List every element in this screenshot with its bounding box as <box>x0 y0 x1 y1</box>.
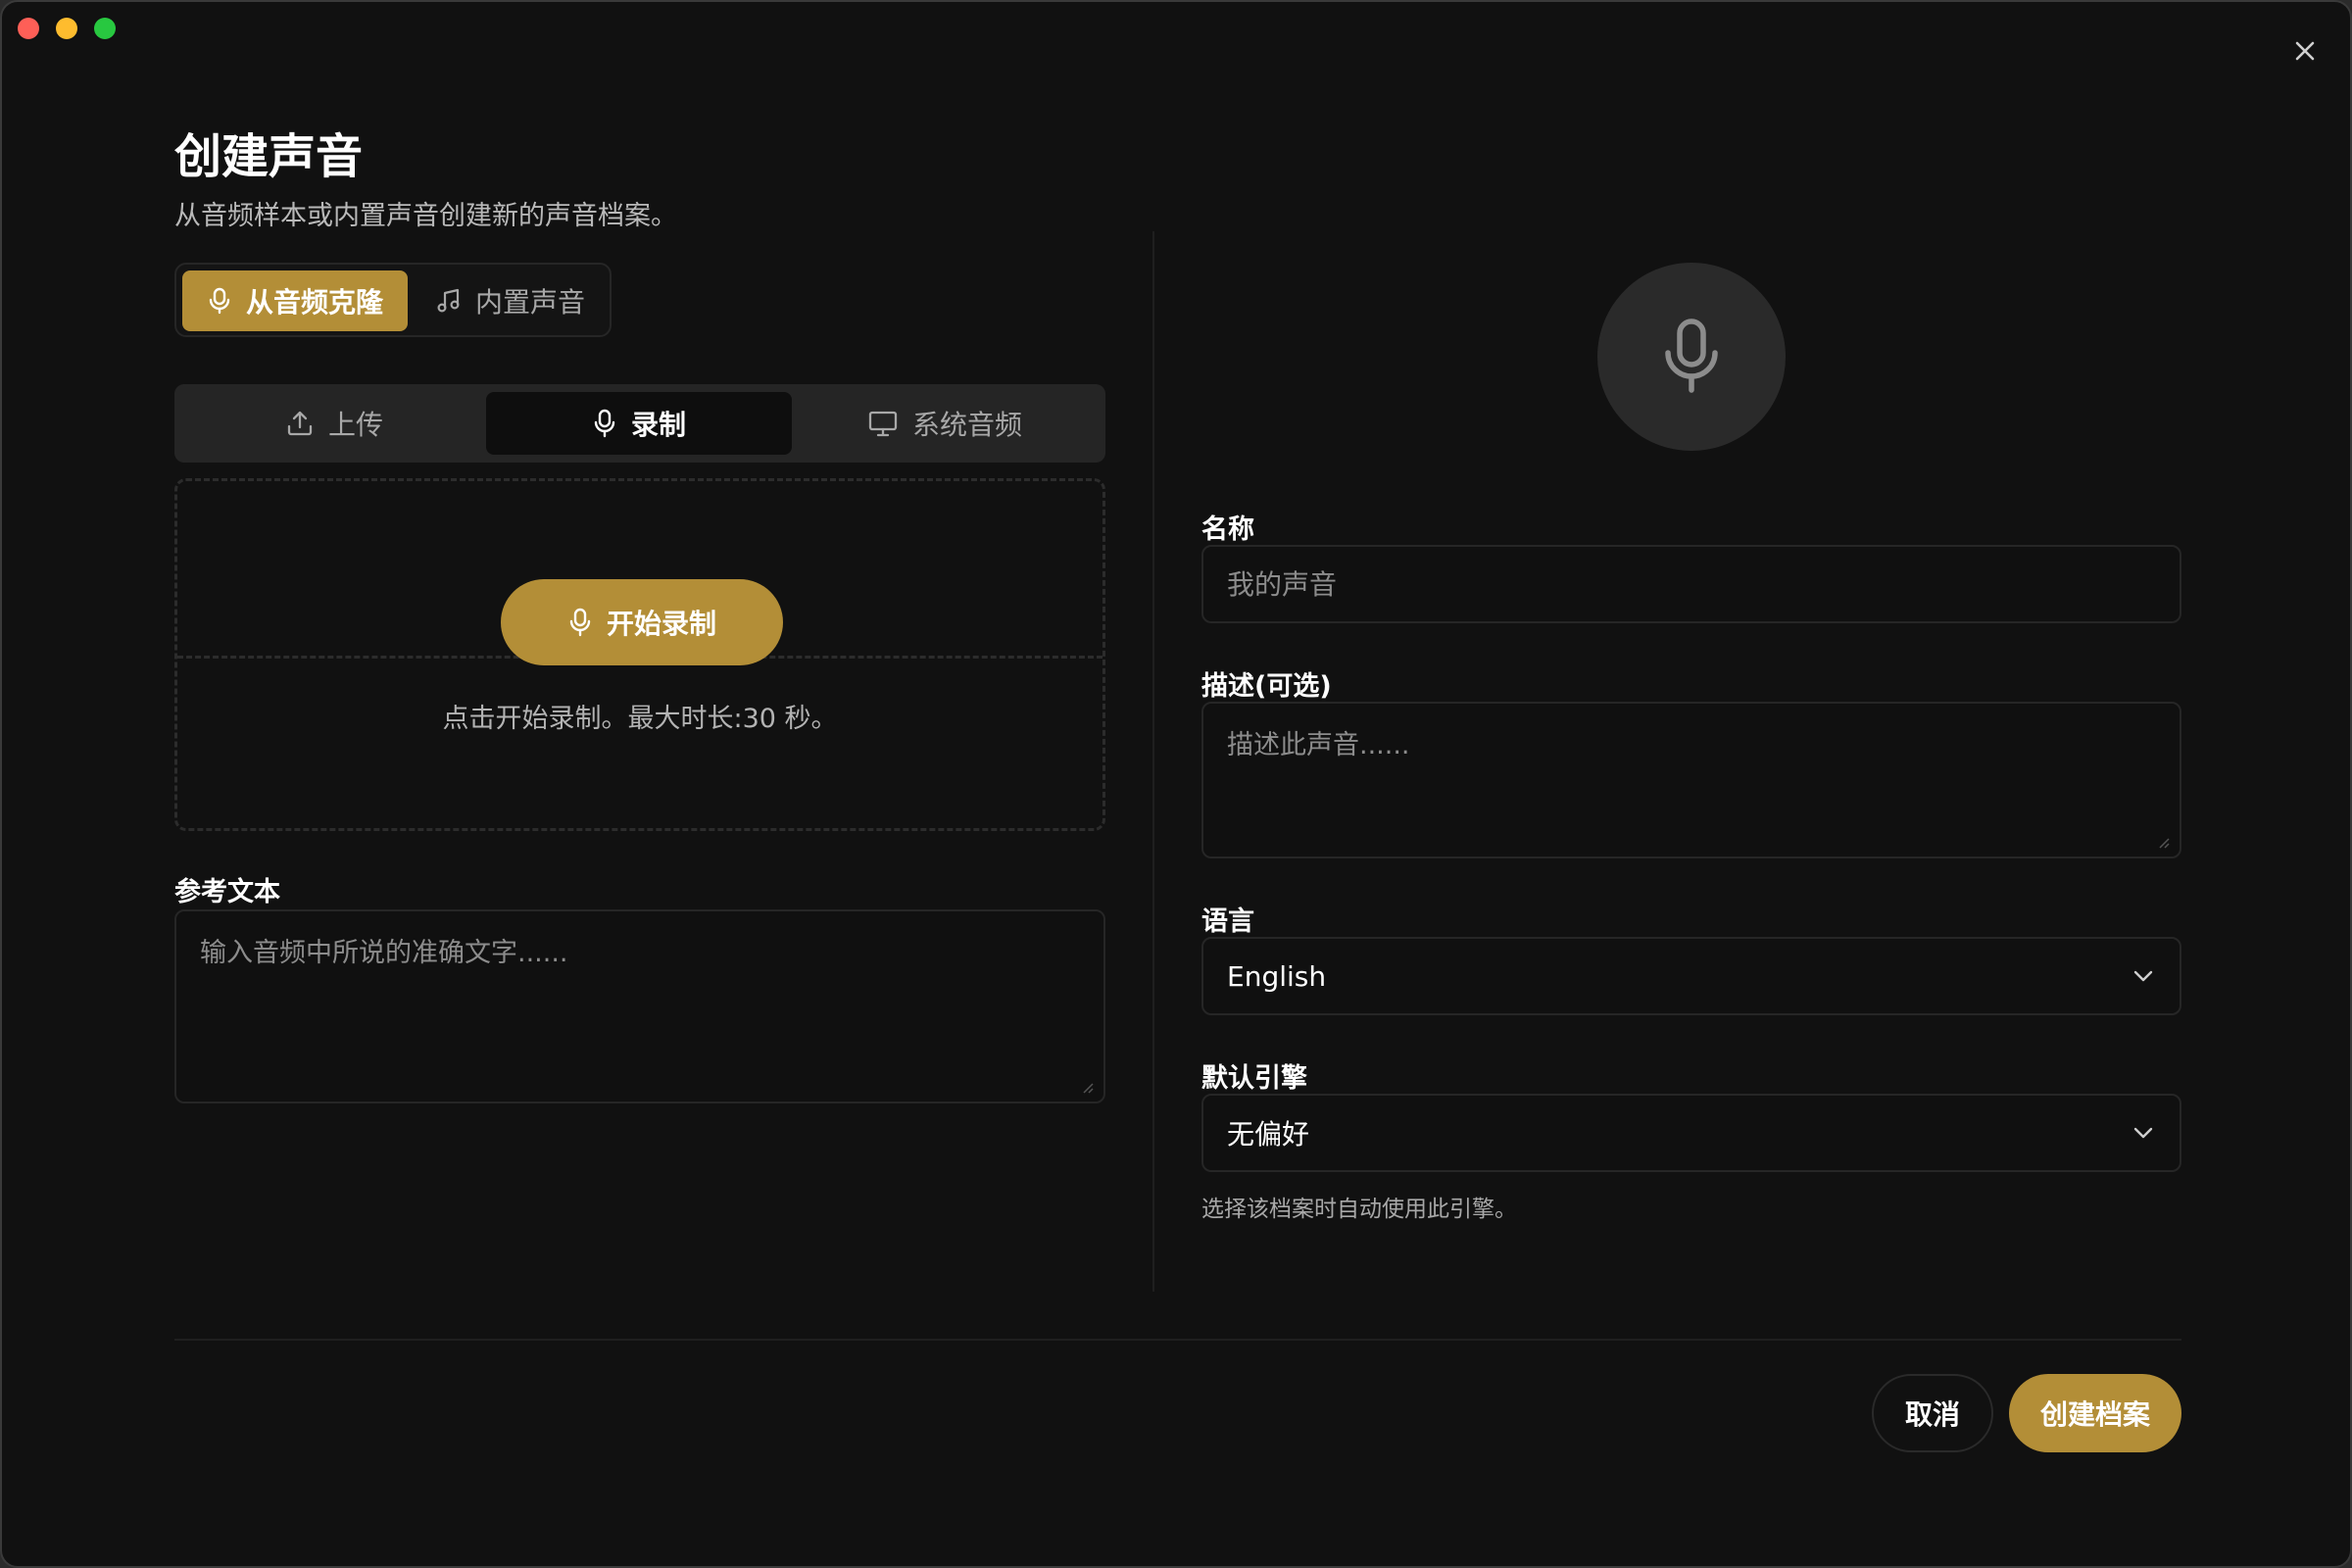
language-select[interactable]: English <box>1201 937 2181 1015</box>
footer-divider <box>174 1339 2181 1341</box>
mode-toggle: 从音频克隆 内置声音 <box>174 263 612 337</box>
audio-source-tabs: 上传 录制 系统音频 <box>174 384 1105 463</box>
window-zoom-button[interactable] <box>94 18 116 39</box>
mic-icon <box>567 608 593 637</box>
engine-helper-text: 选择该档案时自动使用此引擎。 <box>1201 1197 1517 1222</box>
tab-upload[interactable]: 上传 <box>182 392 486 455</box>
column-divider <box>1152 231 1154 1292</box>
record-hint: 点击开始录制。最大时长:30 秒。 <box>442 704 838 734</box>
chevron-down-icon <box>2132 1123 2154 1143</box>
mic-icon <box>592 409 617 438</box>
engine-select[interactable]: 无偏好 <box>1201 1094 2181 1172</box>
start-recording-button[interactable]: 开始录制 <box>501 579 783 665</box>
dialog-subtitle: 从音频样本或内置声音创建新的声音档案。 <box>174 201 677 231</box>
window-minimize-button[interactable] <box>56 18 77 39</box>
description-input[interactable] <box>1201 702 2181 858</box>
close-icon[interactable] <box>2289 35 2321 67</box>
monitor-icon <box>867 409 899 438</box>
tab-label: 上传 <box>327 409 383 441</box>
tab-label: 系统音频 <box>911 409 1022 441</box>
voice-avatar <box>1597 263 1786 451</box>
window-controls <box>18 18 116 39</box>
window-close-button[interactable] <box>18 18 39 39</box>
tab-record[interactable]: 录制 <box>486 392 792 455</box>
mic-icon <box>1660 318 1723 396</box>
reference-text-label: 参考文本 <box>174 877 280 907</box>
name-input[interactable] <box>1201 545 2181 623</box>
mode-label: 内置声音 <box>474 286 585 318</box>
description-label: 描述(可选) <box>1201 671 1332 702</box>
resize-grip-icon[interactable] <box>2156 835 2170 849</box>
mode-clone-from-audio[interactable]: 从音频克隆 <box>182 270 408 331</box>
start-recording-label: 开始录制 <box>606 608 716 640</box>
engine-value: 无偏好 <box>1227 1118 1310 1151</box>
resize-grip-icon[interactable] <box>1080 1080 1094 1094</box>
mode-label: 从音频克隆 <box>245 286 383 318</box>
name-label: 名称 <box>1201 514 1254 545</box>
record-dropzone: 开始录制 点击开始录制。最大时长:30 秒。 <box>174 478 1105 831</box>
engine-label: 默认引擎 <box>1201 1063 1307 1094</box>
upload-icon <box>285 409 315 438</box>
mode-builtin-voice[interactable]: 内置声音 <box>417 270 604 331</box>
chevron-down-icon <box>2132 966 2154 986</box>
dialog-title: 创建声音 <box>174 129 364 184</box>
tab-label: 录制 <box>630 409 686 441</box>
create-profile-button[interactable]: 创建档案 <box>2009 1374 2181 1452</box>
music-note-icon <box>436 287 462 315</box>
mic-icon <box>207 287 232 315</box>
reference-text-input[interactable] <box>174 909 1105 1103</box>
tab-system-audio[interactable]: 系统音频 <box>792 392 1098 455</box>
language-value: English <box>1227 959 1327 993</box>
cancel-button[interactable]: 取消 <box>1872 1374 1993 1452</box>
language-label: 语言 <box>1201 906 1254 937</box>
create-voice-dialog: 创建声音 从音频样本或内置声音创建新的声音档案。 从音频克隆 内置声音 上传 录… <box>0 0 2352 1568</box>
